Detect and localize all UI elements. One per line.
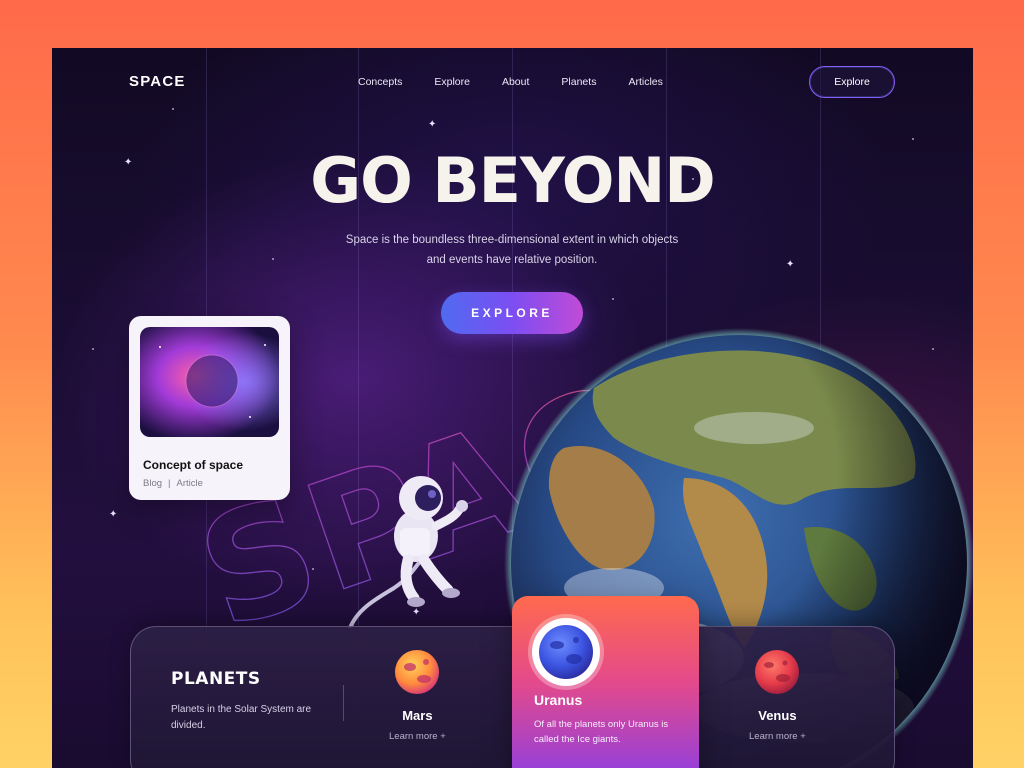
- mars-learn-more[interactable]: Learn more +: [389, 731, 446, 742]
- main-nav: Concepts Explore About Planets Articles: [358, 76, 663, 88]
- planets-title: PLANETS: [171, 669, 261, 689]
- uranus-description: Of all the planets only Uranus is called…: [534, 719, 669, 745]
- divider: [343, 685, 344, 721]
- star-dot: [612, 298, 614, 300]
- planet-card-uranus[interactable]: Uranus Of all the planets only Uranus is…: [512, 596, 699, 768]
- star-icon: ✦: [428, 119, 437, 130]
- star-dot: [172, 108, 174, 110]
- concept-meta: Blog | Article: [143, 478, 279, 489]
- hero-description: Space is the boundless three-dimensional…: [345, 234, 679, 266]
- nav-concepts[interactable]: Concepts: [358, 76, 402, 88]
- star-dot: [312, 568, 314, 570]
- star-icon: ✦: [786, 259, 795, 270]
- meta-separator: |: [168, 478, 171, 489]
- star-dot: [912, 138, 914, 140]
- nav-articles[interactable]: Articles: [628, 76, 662, 88]
- plus-icon: +: [800, 731, 806, 742]
- uranus-planet-frame: [532, 618, 600, 686]
- concept-card[interactable]: Concept of space Blog | Article: [129, 316, 290, 500]
- nebula-image: [140, 327, 279, 437]
- star-icon: ✦: [109, 509, 118, 520]
- concept-category[interactable]: Blog: [143, 478, 162, 489]
- plus-icon: +: [440, 731, 446, 742]
- concept-title[interactable]: Concept of space: [143, 458, 279, 472]
- star-dot: [272, 258, 274, 260]
- star-dot: [92, 348, 94, 350]
- mars-name: Mars: [402, 708, 433, 723]
- venus-learn-more[interactable]: Learn more +: [749, 731, 806, 742]
- uranus-planet-icon: [539, 625, 593, 679]
- venus-name: Venus: [758, 708, 797, 723]
- astronaut-illustration: [348, 476, 468, 628]
- nav-explore[interactable]: Explore: [434, 76, 470, 88]
- landing-page: ✦ ✦ ✦ ✦ ✦ SPACE SPACE Concepts Explore A…: [52, 48, 973, 768]
- site-logo[interactable]: SPACE: [129, 73, 186, 90]
- nav-about[interactable]: About: [502, 76, 529, 88]
- nav-planets[interactable]: Planets: [561, 76, 596, 88]
- planet-card-mars[interactable]: Mars Learn more +: [389, 649, 446, 742]
- venus-planet-icon: [755, 650, 800, 694]
- hero-title: GO BEYOND: [310, 144, 716, 217]
- planets-description: Planets in the Solar System are divided.: [171, 704, 312, 731]
- concept-type[interactable]: Article: [176, 478, 202, 489]
- planet-card-venus[interactable]: Venus Learn more +: [749, 649, 806, 742]
- mars-planet-icon: [395, 650, 440, 694]
- uranus-name: Uranus: [534, 692, 583, 708]
- header-explore-button[interactable]: Explore: [809, 66, 895, 98]
